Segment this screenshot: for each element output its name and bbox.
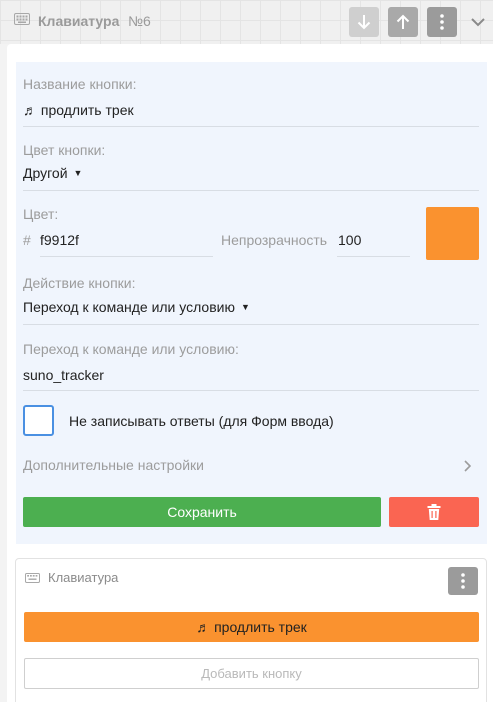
card-title: Клавиатура — [38, 13, 120, 29]
button-color-label: Цвет кнопки: — [23, 142, 106, 158]
move-down-button[interactable] — [349, 7, 379, 37]
save-label: Сохранить — [167, 504, 237, 520]
divider — [23, 324, 479, 325]
caret-down-icon: ▼ — [73, 168, 83, 178]
arrow-down-icon — [357, 15, 371, 30]
no-record-answers-checkbox[interactable] — [23, 405, 54, 436]
keyboard-preview-title: Клавиатура — [48, 570, 119, 585]
chevron-down-icon — [471, 17, 485, 26]
keyboard-key-label: ♬ продлить трек — [196, 619, 307, 635]
card-header: Клавиатура №6 — [0, 0, 493, 44]
goto-input[interactable]: suno_tracker — [23, 367, 104, 383]
keyboard-icon — [25, 573, 40, 583]
more-vertical-icon — [461, 573, 465, 589]
action-select[interactable]: Переход к команде или условию ▼ — [23, 299, 250, 315]
arrow-up-icon — [396, 14, 410, 29]
keyboard-more-button[interactable] — [448, 567, 478, 595]
more-vertical-icon — [440, 14, 444, 30]
divider — [23, 390, 479, 391]
card-number: №6 — [128, 13, 151, 29]
hash-symbol: # — [23, 232, 31, 248]
opacity-underline — [337, 256, 410, 257]
add-key-label: Добавить кнопку — [201, 666, 302, 681]
move-up-button[interactable] — [388, 7, 418, 37]
delete-button[interactable] — [389, 497, 479, 527]
chevron-right-icon[interactable] — [464, 460, 471, 472]
caret-down-icon: ▼ — [240, 302, 250, 312]
collapse-button[interactable] — [468, 12, 488, 32]
keyboard-key-button[interactable]: ♬ продлить трек — [24, 612, 479, 642]
goto-label: Переход к команде или условию: — [23, 341, 239, 357]
button-name-label: Название кнопки: — [23, 76, 137, 92]
divider — [23, 126, 479, 127]
color-hex-input[interactable]: f9912f — [40, 232, 79, 248]
opacity-label: Непрозрачность — [221, 232, 328, 248]
divider — [23, 190, 479, 191]
hex-underline — [40, 256, 213, 257]
advanced-settings-toggle[interactable]: Дополнительные настройки — [23, 457, 204, 473]
button-name-input[interactable]: ♬ продлить трек — [23, 102, 134, 118]
button-color-select[interactable]: Другой ▼ — [23, 165, 82, 181]
color-label: Цвет: — [23, 206, 59, 222]
trash-icon — [427, 504, 441, 520]
more-options-button[interactable] — [427, 7, 457, 37]
checkbox-label: Не записывать ответы (для Форм ввода) — [69, 413, 334, 429]
button-color-value: Другой — [23, 165, 68, 181]
add-key-button[interactable]: Добавить кнопку — [24, 658, 479, 689]
opacity-input[interactable]: 100 — [338, 232, 361, 248]
action-label: Действие кнопки: — [23, 275, 136, 291]
keyboard-icon — [14, 13, 30, 25]
keyboard-preview: Клавиатура ♬ продлить трек Добавить кноп… — [15, 558, 487, 702]
action-value: Переход к команде или условию — [23, 299, 235, 315]
save-button[interactable]: Сохранить — [23, 497, 381, 527]
color-swatch[interactable] — [426, 207, 479, 260]
